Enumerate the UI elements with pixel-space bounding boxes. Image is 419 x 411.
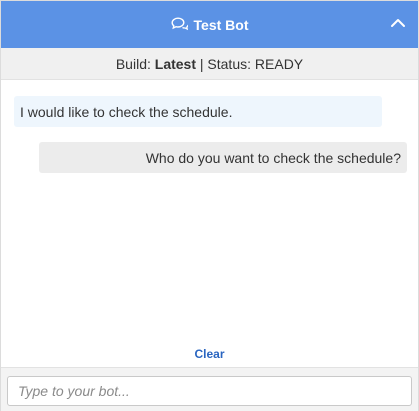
status-label: Status: bbox=[207, 55, 252, 72]
chat-bubbles-icon bbox=[171, 17, 188, 31]
test-bot-panel: Test Bot Build: Latest | Status: READY I… bbox=[0, 0, 419, 411]
build-value: Latest bbox=[154, 55, 196, 72]
status-value: READY bbox=[254, 55, 304, 72]
bot-message: Who do you want to check the schedule? bbox=[39, 142, 407, 173]
panel-header[interactable]: Test Bot bbox=[1, 1, 418, 48]
user-message-text: I would like to check the schedule. bbox=[20, 103, 233, 120]
build-status-bar: Build: Latest | Status: READY bbox=[1, 48, 418, 80]
message-list[interactable]: I would like to check the schedule. Who … bbox=[1, 80, 418, 340]
build-label: Build: bbox=[115, 55, 151, 72]
status-separator: | bbox=[199, 55, 204, 72]
message-input[interactable] bbox=[7, 376, 412, 406]
clear-button[interactable]: Clear bbox=[1, 347, 418, 361]
header-title: Test Bot bbox=[193, 16, 249, 33]
header-title-group: Test Bot bbox=[171, 16, 249, 33]
composer-area bbox=[1, 367, 418, 411]
user-message: I would like to check the schedule. bbox=[14, 96, 382, 127]
chevron-up-icon[interactable] bbox=[390, 15, 406, 31]
bot-message-text: Who do you want to check the schedule? bbox=[145, 149, 401, 166]
